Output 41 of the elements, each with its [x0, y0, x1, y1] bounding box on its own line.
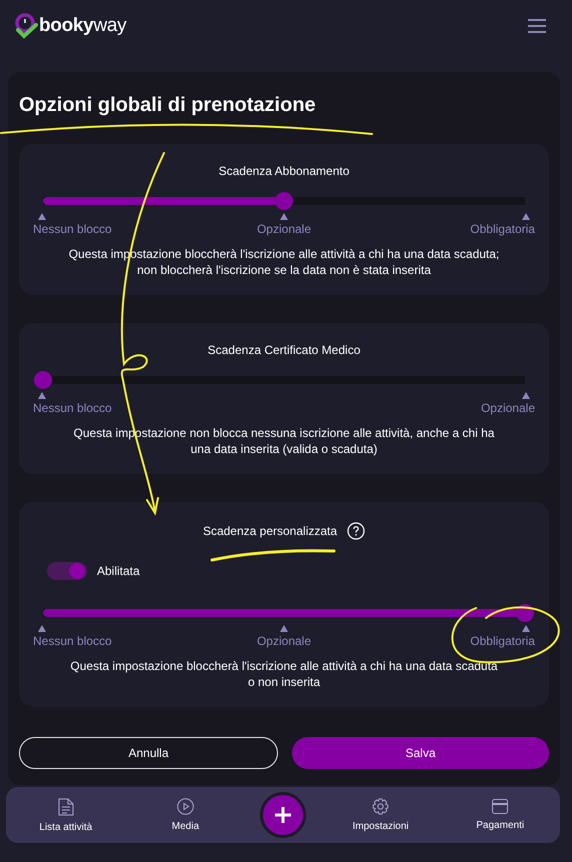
- nav-tab[interactable]: Impostazioni: [336, 798, 426, 832]
- slider-stop-label: Opzionale: [480, 401, 535, 415]
- section-title: Scadenza Certificato Medico: [208, 343, 360, 357]
- toggle-switch[interactable]: [47, 562, 87, 580]
- toggle-label: Abilitata: [97, 564, 140, 578]
- slider-stop-label: Nessun blocco: [33, 222, 112, 236]
- page-title: Opzioni globali di prenotazione: [19, 94, 317, 117]
- tick-marker-icon: [522, 213, 530, 220]
- nav-tab[interactable]: Lista attività: [20, 798, 111, 832]
- tick-marker-icon: [280, 625, 288, 632]
- nav-tab[interactable]: Media: [140, 798, 230, 832]
- help-icon[interactable]: [347, 522, 366, 540]
- add-button[interactable]: [260, 792, 306, 838]
- section-description: Questa impostazione bloccherà l'iscrizione alle attività a chi ha una data scaduta o non inserita: [69, 658, 499, 690]
- slider-thumb[interactable]: [275, 192, 293, 210]
- tick-marker-icon: [38, 392, 46, 399]
- cancel-button[interactable]: Annulla: [19, 737, 278, 769]
- credit-card-icon: [492, 799, 508, 814]
- tick-marker-icon: [38, 213, 46, 220]
- tick-marker-icon: [280, 213, 288, 220]
- section-title: Scadenza personalizzata: [202, 524, 338, 538]
- play-icon: [176, 798, 194, 815]
- slider-stop-label: Obbligatoria: [470, 634, 535, 648]
- tick-marker-icon: [522, 625, 530, 632]
- menu-icon[interactable]: [528, 19, 546, 33]
- nav-tab[interactable]: Pagamenti: [455, 799, 546, 831]
- slider-stop-label: Nessun blocco: [33, 634, 112, 648]
- slider-stop-label: Opzionale: [256, 634, 312, 648]
- logo-icon: [14, 13, 38, 39]
- section-title: Scadenza Abbonamento: [218, 164, 350, 178]
- slider-thumb[interactable]: [34, 371, 52, 389]
- tick-marker-icon: [38, 625, 46, 632]
- document-icon: [58, 798, 74, 816]
- save-button[interactable]: Salva: [292, 737, 549, 769]
- slider-stop-label: Nessun blocco: [33, 401, 112, 415]
- tick-marker-icon: [522, 392, 530, 399]
- logo-text: bookyway: [39, 15, 126, 37]
- slider-stop-label: Opzionale: [256, 222, 312, 236]
- slider-stop-label: Obbligatoria: [470, 222, 535, 236]
- add-icon: [274, 806, 292, 824]
- settings-icon: [372, 798, 390, 815]
